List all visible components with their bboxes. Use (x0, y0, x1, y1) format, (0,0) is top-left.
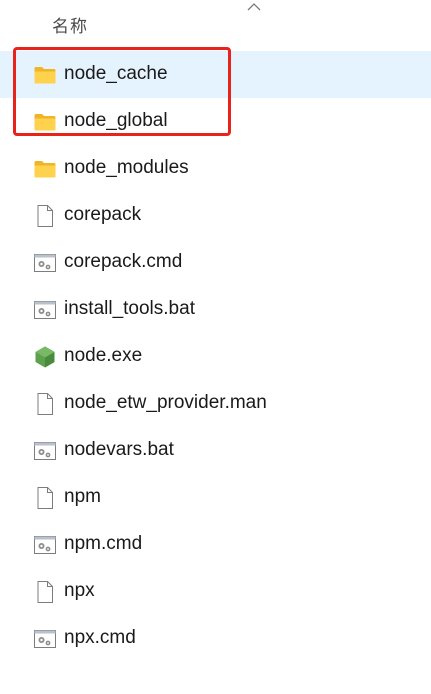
file-name: node.exe (64, 345, 143, 366)
file-icon (33, 392, 57, 416)
file-name: npx (64, 580, 95, 601)
file-row[interactable]: corepack.cmd (0, 239, 431, 286)
script-file-icon (33, 533, 57, 557)
file-icon (37, 205, 53, 227)
folder-icon (34, 67, 56, 84)
file-icon (33, 204, 57, 228)
file-row[interactable]: npx (0, 568, 431, 615)
file-name: corepack.cmd (64, 251, 183, 272)
file-row[interactable]: node_modules (0, 145, 431, 192)
file-icon (37, 487, 53, 509)
file-row[interactable]: npm.cmd (0, 521, 431, 568)
file-name: node_modules (64, 157, 189, 178)
file-icon (33, 486, 57, 510)
file-name: node_etw_provider.man (64, 392, 267, 413)
file-explorer: 名称 node_cache node_global node_modulescore… (0, 0, 431, 694)
script-file-icon (34, 254, 56, 272)
script-file-icon (33, 439, 57, 463)
script-file-icon (34, 301, 56, 319)
file-row[interactable]: install_tools.bat (0, 286, 431, 333)
file-name: install_tools.bat (64, 298, 195, 319)
file-row[interactable]: node.exe (0, 333, 431, 380)
file-name: nodevars.bat (64, 439, 174, 460)
file-row[interactable]: node_global (0, 98, 431, 145)
file-icon (37, 581, 53, 603)
script-file-icon (34, 630, 56, 648)
file-name: npm.cmd (64, 533, 143, 554)
script-file-icon (33, 627, 57, 651)
folder-icon (33, 157, 57, 181)
file-row[interactable]: npm (0, 474, 431, 521)
file-row[interactable]: corepack (0, 192, 431, 239)
file-name: npm (64, 486, 101, 507)
column-header-name[interactable]: 名称 (52, 12, 88, 37)
script-file-icon (33, 251, 57, 275)
folder-icon (33, 110, 57, 134)
nodejs-icon (33, 345, 57, 369)
file-row[interactable]: nodevars.bat (0, 427, 431, 474)
script-file-icon (34, 536, 56, 554)
script-file-icon (34, 442, 56, 460)
file-list: node_cache node_global node_modulescorepac… (0, 51, 431, 662)
sort-ascending-icon[interactable] (247, 2, 261, 12)
file-row[interactable]: npx.cmd (0, 615, 431, 662)
nodejs-icon (35, 346, 55, 368)
file-icon (37, 393, 53, 415)
file-icon (33, 580, 57, 604)
folder-icon (33, 63, 57, 87)
folder-icon (34, 114, 56, 131)
folder-icon (34, 161, 56, 178)
column-header: 名称 (0, 0, 431, 48)
file-row[interactable]: node_cache (0, 51, 431, 98)
file-name: node_cache (64, 63, 168, 84)
file-row[interactable]: node_etw_provider.man (0, 380, 431, 427)
file-name: node_global (64, 110, 168, 131)
file-name: corepack (64, 204, 142, 225)
script-file-icon (33, 298, 57, 322)
file-name: npx.cmd (64, 627, 136, 648)
